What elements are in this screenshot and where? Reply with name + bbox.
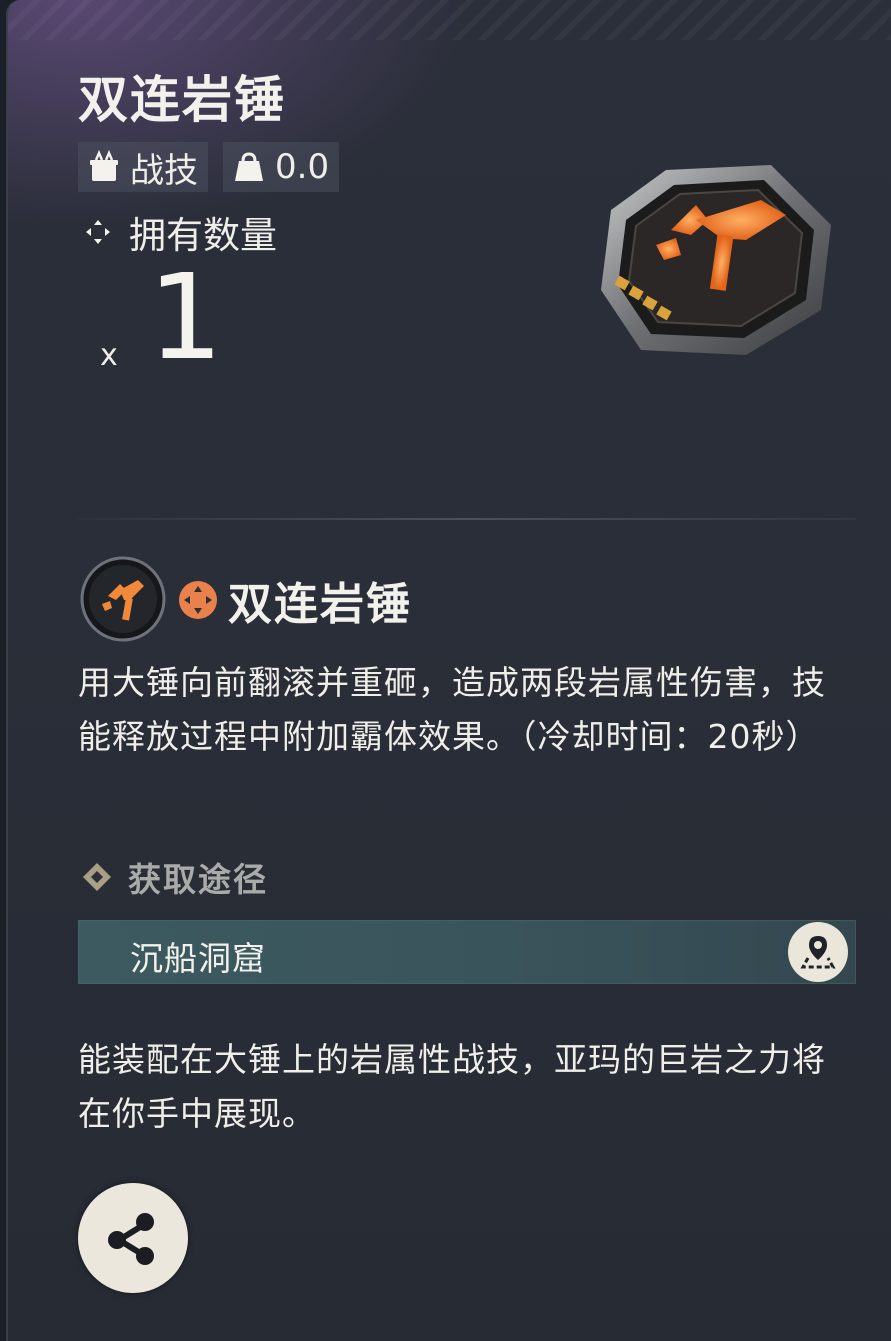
item-detail-panel: 双连岩锤 战技 0.0 拥有数量 x 1 双连岩锤 用大锤向前翻滚并重砸，造成两… bbox=[6, 0, 891, 1341]
rock-element-icon bbox=[176, 578, 220, 626]
diamond-bullet-icon bbox=[80, 860, 114, 894]
section-divider bbox=[78, 518, 856, 520]
item-weight-tag: 0.0 bbox=[223, 142, 340, 192]
item-type-tag: 战技 bbox=[78, 142, 208, 192]
obtain-location-bar[interactable]: 沉船洞窟 bbox=[78, 920, 856, 984]
obtain-heading: 获取途径 bbox=[128, 860, 268, 899]
share-icon bbox=[101, 1206, 165, 1270]
quantity-prefix: x bbox=[100, 338, 118, 373]
weight-bag-icon bbox=[231, 149, 267, 185]
skill-badge-icon bbox=[80, 556, 166, 646]
skill-name: 双连岩锤 bbox=[228, 579, 412, 630]
item-title: 双连岩锤 bbox=[78, 71, 286, 129]
share-button[interactable] bbox=[78, 1183, 188, 1293]
obtain-heading-row: 获取途径 bbox=[80, 853, 268, 901]
map-pin-button[interactable] bbox=[788, 922, 848, 982]
map-pin-icon bbox=[798, 932, 838, 972]
item-type-label: 战技 bbox=[130, 150, 198, 191]
item-flavor-text: 能装配在大锤上的岩属性战技，亚玛的巨岩之力将在你手中展现。 bbox=[78, 1040, 826, 1133]
skill-chip-icon bbox=[86, 149, 122, 185]
skill-chip-image bbox=[596, 160, 836, 364]
skill-description: 用大锤向前翻滚并重砸，造成两段岩属性伤害，技能释放过程中附加霸体效果。（冷却时间… bbox=[78, 663, 826, 756]
quantity-crosshair-icon bbox=[83, 217, 113, 247]
item-weight-value: 0.0 bbox=[275, 147, 330, 187]
quantity-value: 1 bbox=[148, 248, 224, 386]
obtain-location-label: 沉船洞窟 bbox=[130, 939, 266, 978]
